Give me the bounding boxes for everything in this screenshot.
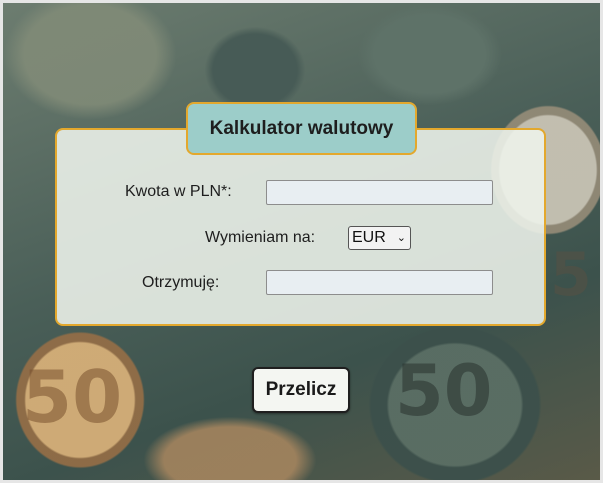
result-input[interactable] [266, 270, 493, 295]
amount-label: Kwota w PLN*: [125, 183, 232, 200]
currency-select-value: EUR [352, 229, 386, 246]
currency-label: Wymieniam na: [205, 229, 316, 246]
amount-input[interactable] [266, 180, 493, 205]
currency-select[interactable]: EUR ⌄ [348, 226, 411, 250]
result-label: Otrzymuję: [142, 274, 220, 291]
calculator-panel [55, 128, 546, 326]
convert-button[interactable]: Przelicz [252, 367, 350, 413]
calculator-title: Kalkulator walutowy [186, 102, 417, 155]
chevron-down-icon: ⌄ [396, 232, 406, 244]
